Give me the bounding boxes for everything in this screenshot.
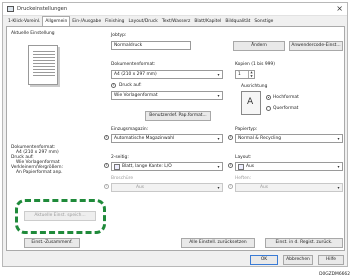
- paper-type-select[interactable]: Normal & Recycling ▾: [235, 134, 343, 143]
- copies-label: Kopien (1 bis 999): [235, 62, 275, 67]
- custom-paper-size-button[interactable]: Benutzerdef. Pap.format...: [145, 111, 211, 121]
- help-button[interactable]: Hilfe: [318, 255, 344, 265]
- info-icon: i: [228, 163, 233, 168]
- duplex-icon: [114, 164, 120, 170]
- portrait-radio[interactable]: [266, 95, 271, 100]
- tab-sheet-chapter[interactable]: Blatt/Kapitel: [192, 17, 223, 26]
- copies-input[interactable]: 1 ▲ ▼: [235, 70, 255, 79]
- chevron-down-icon: ▾: [217, 93, 220, 98]
- duplex-label: 2-seitig:: [111, 155, 129, 160]
- layout-select[interactable]: Aus ▾: [235, 162, 343, 171]
- orientation-label: Ausrichtung: [241, 84, 268, 89]
- booklet-value: Aus: [136, 185, 145, 190]
- staple-value: Aus: [260, 185, 269, 190]
- duplex-select[interactable]: Blatt, lange Kante: L/O ▾: [111, 162, 223, 171]
- orientation-preview: A: [241, 91, 261, 115]
- figure-code: D0GZDM6662: [319, 272, 350, 277]
- tab-finishing[interactable]: Finishing: [103, 17, 126, 26]
- layout-label: Layout:: [235, 155, 252, 160]
- print-on-label: Druck auf:: [119, 83, 142, 88]
- tab-general[interactable]: Allgemein: [42, 16, 71, 26]
- staple-label: Heften:: [235, 176, 252, 181]
- current-setting-heading: Aktuelle Einstellung: [11, 31, 55, 36]
- change-job-button[interactable]: Ändern: [233, 41, 285, 51]
- chevron-down-icon: ▾: [217, 72, 220, 77]
- chevron-down-icon: ▾: [217, 136, 220, 141]
- input-tray-value: Automatische Magazinwahl: [114, 136, 175, 141]
- settings-summary: Dokumentenformat: A4 (210 x 297 mm) Druc…: [11, 145, 101, 175]
- print-on-select[interactable]: Wie Vorlagenformat ▾: [111, 91, 223, 100]
- copies-stepper-icon[interactable]: ▲ ▼: [248, 71, 254, 78]
- cancel-button[interactable]: Abbrechen: [283, 255, 313, 265]
- tab-layout[interactable]: Layout/Druck: [126, 17, 159, 26]
- document-size-value: A4 (210 x 297 mm): [114, 72, 157, 77]
- chevron-down-icon: ▾: [217, 164, 220, 169]
- page-preview: [28, 45, 58, 85]
- ok-button[interactable]: OK: [250, 255, 278, 265]
- info-icon: i: [104, 135, 109, 140]
- input-tray-label: Einzugsmagazin:: [111, 127, 149, 132]
- layout-value: Aus: [246, 164, 255, 169]
- user-code-settings-button[interactable]: Anwendercode-Einst...: [289, 41, 343, 51]
- paper-type-value: Normal & Recycling: [238, 136, 282, 141]
- preview-text-lines: [33, 51, 55, 78]
- document-size-label: Dokumentenformat:: [111, 62, 156, 67]
- printer-icon: [7, 6, 14, 12]
- general-tab-panel: Aktuelle Einstellung Dokumentenformat: A…: [6, 27, 345, 251]
- tab-image-quality[interactable]: Bildqualität: [223, 17, 252, 26]
- portrait-label: Hochformat: [273, 95, 299, 100]
- title-bar: Druckeinstellungen ×: [3, 3, 347, 16]
- close-icon[interactable]: ×: [336, 4, 343, 13]
- info-icon: i: [228, 135, 233, 140]
- info-icon: i: [104, 163, 109, 168]
- copies-value: 1: [238, 72, 241, 77]
- tab-text-watermark[interactable]: Text/Wasserz: [160, 17, 193, 26]
- portrait-icon: A: [247, 97, 254, 107]
- chevron-down-icon: ▾: [337, 136, 340, 141]
- settings-summary-button[interactable]: Einst.-Zusammenf.: [24, 238, 80, 248]
- print-on-value: Wie Vorlagenformat: [114, 93, 158, 98]
- save-current-setting-button[interactable]: Aktuelle Einst. speich...: [24, 211, 96, 221]
- chevron-down-icon: ▾: [337, 164, 340, 169]
- booklet-select[interactable]: Aus ▾: [111, 183, 223, 192]
- info-icon: i: [104, 184, 109, 189]
- job-type-field[interactable]: Normaldruck: [111, 41, 191, 50]
- summary-line: An Papierformat anp.: [16, 170, 63, 175]
- tab-bar: 1-Klick-Voreinl. Allgemein Ein-/Ausgabe …: [6, 16, 345, 27]
- document-size-select[interactable]: A4 (210 x 297 mm) ▾: [111, 70, 223, 79]
- reset-all-settings-button[interactable]: Alle Einstell. zurücksetzen: [181, 238, 255, 248]
- job-type-value: Normaldruck: [114, 43, 143, 48]
- job-type-label: Jobtyp:: [111, 33, 127, 38]
- tab-one-click[interactable]: 1-Klick-Voreinl.: [6, 17, 42, 26]
- landscape-radio[interactable]: [266, 106, 271, 111]
- staple-select[interactable]: Aus ▾: [235, 183, 343, 192]
- window-title: Druckeinstellungen: [17, 6, 68, 12]
- tab-other[interactable]: Sonstige: [252, 17, 275, 26]
- paper-type-label: Papiertyp:: [235, 127, 258, 132]
- chevron-down-icon: ▾: [217, 185, 220, 190]
- duplex-value: Blatt, lange Kante: L/O: [122, 164, 172, 169]
- layout-icon: [238, 164, 244, 170]
- booklet-label: Broschüre: [111, 176, 134, 181]
- input-tray-select[interactable]: Automatische Magazinwahl ▾: [111, 134, 223, 143]
- chevron-down-icon: ▾: [337, 185, 340, 190]
- landscape-label: Querformat: [273, 106, 299, 111]
- print-settings-dialog: Druckeinstellungen × 1-Klick-Voreinl. Al…: [2, 2, 348, 267]
- info-icon: i: [111, 83, 116, 88]
- tab-input-output[interactable]: Ein-/Ausgabe: [70, 17, 103, 26]
- info-icon: i: [228, 184, 233, 189]
- reset-tab-settings-button[interactable]: Einst. in d. Regist. zurück.: [265, 238, 343, 248]
